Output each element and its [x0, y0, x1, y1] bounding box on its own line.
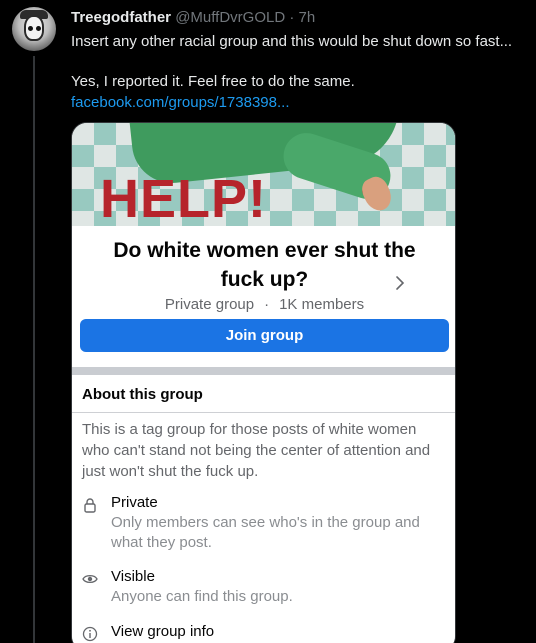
- tweet-link[interactable]: facebook.com/groups/1738398...: [71, 93, 289, 113]
- author-name[interactable]: Treegodfather: [71, 9, 171, 26]
- attached-image-card[interactable]: HELP! Do white women ever shut the fuck …: [71, 122, 456, 643]
- eye-icon: [82, 574, 98, 584]
- about-description: This is a tag group for those posts of w…: [82, 421, 431, 480]
- visible-description: Anyone can find this group.: [111, 588, 293, 605]
- tweet-time[interactable]: 7h: [299, 9, 316, 26]
- join-group-button[interactable]: Join group: [80, 319, 449, 352]
- private-description: Only members can see who's in the group …: [111, 514, 420, 551]
- tweet-text-line-1: Insert any other racial group and this w…: [71, 33, 513, 50]
- tweet-header: Treegodfather @MuffDvrGOLD · 7h: [71, 8, 315, 28]
- private-label: Private: [111, 494, 158, 511]
- lock-icon: [84, 498, 96, 513]
- about-section: About this group This is a tag group for…: [72, 375, 455, 643]
- header-separator: ·: [289, 9, 295, 26]
- avatar-eye: [28, 26, 33, 31]
- view-group-info-link[interactable]: View group info: [111, 622, 214, 642]
- info-icon: [82, 626, 98, 642]
- group-meta: Private group · 1K members: [72, 295, 455, 315]
- group-privacy: Private group: [164, 296, 255, 313]
- group-cover-image: HELP!: [72, 123, 455, 226]
- avatar[interactable]: [12, 7, 56, 51]
- tweet-text-line-2: Yes, I reported it. Feel free to do the …: [71, 73, 355, 90]
- meta-separator: ·: [264, 296, 270, 313]
- visible-label: Visible: [111, 568, 155, 585]
- cover-help-text: HELP!: [100, 169, 267, 226]
- about-divider: [72, 412, 455, 413]
- avatar-face: [24, 15, 44, 41]
- avatar-eye: [36, 26, 41, 31]
- group-members: 1K members: [279, 296, 365, 313]
- thread-line: [33, 56, 35, 643]
- author-handle[interactable]: @MuffDvrGOLD: [175, 9, 285, 26]
- chevron-right-icon: [396, 276, 405, 290]
- section-divider: [72, 367, 455, 375]
- about-title: About this group: [82, 386, 203, 403]
